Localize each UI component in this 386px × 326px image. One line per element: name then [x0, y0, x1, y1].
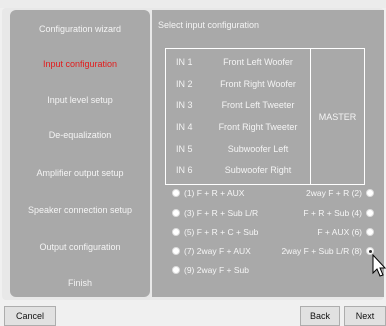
sidebar-item-input-level-setup[interactable]: Input level setup [10, 81, 150, 118]
title-strip [0, 0, 386, 8]
sidebar-item-output-configuration[interactable]: Output configuration [10, 228, 150, 265]
channel-row: IN 2 Front Right Woofer [166, 73, 310, 95]
sidebar-item-label: Speaker connection setup [27, 204, 133, 215]
option-2-radio[interactable]: 2way F + R (2) [306, 187, 374, 199]
channel-row: IN 5 Subwoofer Left [166, 138, 310, 160]
channel-name: Subwoofer Right [224, 165, 292, 175]
radio-icon [172, 266, 180, 274]
sidebar-item-label: Finish [67, 277, 92, 288]
sidebar-item-speaker-connection-setup[interactable]: Speaker connection setup [10, 191, 150, 228]
option-label: (9) 2way F + Sub [184, 265, 249, 275]
sidebar-item-configuration-wizard[interactable]: Configuration wizard [10, 10, 150, 47]
sidebar-item-input-configuration[interactable]: Input configuration [10, 45, 150, 82]
back-button[interactable]: Back [300, 306, 340, 326]
channel-input: IN 1 [176, 57, 193, 67]
channel-name: Front Left Tweeter [221, 100, 295, 110]
channel-row: IN 3 Front Left Tweeter [166, 94, 310, 116]
radio-icon [366, 189, 374, 197]
channel-input: IN 4 [176, 122, 193, 132]
channel-row: IN 6 Subwoofer Right [166, 159, 310, 181]
channel-input: IN 5 [176, 144, 193, 154]
option-label: (5) F + R + C + Sub [184, 227, 259, 237]
radio-icon [172, 228, 180, 236]
option-8-radio[interactable]: 2way F + Sub L/R (8) [281, 245, 374, 257]
channel-table: IN 1 Front Left Woofer IN 2 Front Right … [165, 48, 365, 185]
channel-name: Subwoofer Left [227, 144, 289, 154]
channel-input: IN 6 [176, 165, 193, 175]
sidebar-item-label: De-equalization [48, 129, 112, 140]
channel-input: IN 3 [176, 100, 193, 110]
option-label: 2way F + R (2) [306, 188, 362, 198]
radio-icon [172, 247, 180, 255]
option-7-radio[interactable]: (7) 2way F + AUX [172, 245, 251, 257]
page-title: Select input configuration [158, 20, 260, 30]
sidebar-item-de-equalization[interactable]: De-equalization [10, 116, 150, 153]
channel-name: Front Left Woofer [223, 57, 293, 67]
option-1-radio[interactable]: (1) F + R + AUX [172, 187, 244, 199]
option-label: F + AUX (6) [317, 227, 362, 237]
sidebar-item-label: Input configuration [42, 58, 118, 69]
option-label: 2way F + Sub L/R (8) [281, 246, 362, 256]
option-label: (3) F + R + Sub L/R [184, 208, 259, 218]
sidebar-item-label: Input level setup [47, 94, 113, 105]
option-3-radio[interactable]: (3) F + R + Sub L/R [172, 207, 258, 219]
channel-input: IN 2 [176, 79, 193, 89]
cancel-button[interactable]: Cancel [4, 306, 56, 326]
next-button[interactable]: Next [344, 306, 386, 326]
option-6-radio[interactable]: F + AUX (6) [317, 226, 374, 238]
sidebar-item-label: Configuration wizard [38, 23, 122, 34]
master-label: MASTER [318, 111, 357, 122]
sidebar-item-label: Output configuration [39, 241, 121, 252]
channel-row: IN 4 Front Right Tweeter [166, 116, 310, 138]
option-9-radio[interactable]: (9) 2way F + Sub [172, 264, 249, 276]
option-5-radio[interactable]: (5) F + R + C + Sub [172, 226, 258, 238]
radio-icon [172, 209, 180, 217]
mouse-cursor-icon [372, 254, 386, 277]
option-label: (7) 2way F + AUX [184, 246, 251, 256]
radio-icon [172, 189, 180, 197]
radio-icon [366, 209, 374, 217]
sidebar-item-label: Amplifier output setup [36, 167, 124, 178]
channel-row: IN 1 Front Left Woofer [166, 51, 310, 73]
sidebar-item-amplifier-output-setup[interactable]: Amplifier output setup [10, 154, 150, 191]
sidebar-item-finish[interactable]: Finish [10, 264, 150, 301]
channel-name: Front Right Woofer [220, 79, 296, 89]
option-4-radio[interactable]: F + R + Sub (4) [303, 207, 374, 219]
main-panel: Select input configuration IN 1 Front Le… [152, 10, 386, 297]
option-label: F + R + Sub (4) [303, 208, 362, 218]
channel-name: Front Right Tweeter [218, 122, 298, 132]
wizard-sidebar: Configuration wizard Input configuration… [10, 10, 150, 297]
option-label: (1) F + R + AUX [184, 188, 245, 198]
radio-icon [366, 228, 374, 236]
